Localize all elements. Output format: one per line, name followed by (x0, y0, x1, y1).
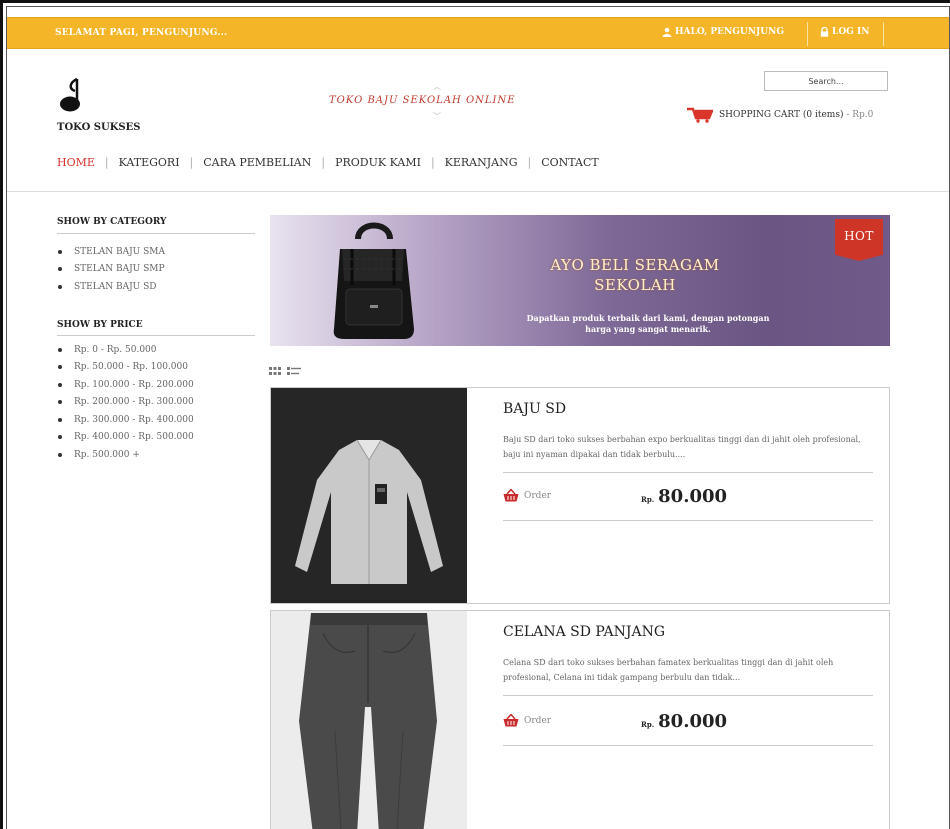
category-item[interactable]: STELAN BAJU SMP (57, 261, 165, 279)
price-value: 80.000 (658, 486, 728, 507)
order-label: Order (524, 715, 552, 726)
bullet-icon (58, 365, 62, 370)
divider (503, 745, 873, 746)
price-item[interactable]: Rp. 400.000 - Rp. 500.000 (57, 429, 194, 447)
user-greeting-label: HALO, PENGUNJUNG (675, 27, 785, 37)
price-heading: SHOW BY PRICE (57, 320, 143, 330)
nav-produk-kami[interactable]: PRODUK KAMI (335, 156, 421, 169)
product-card[interactable]: BAJU SD Baju SD dari toko sukses berbaha… (270, 387, 890, 604)
basket-icon (503, 714, 519, 727)
basket-icon (503, 489, 519, 502)
product-description: Celana SD dari toko sukses berbahan fama… (503, 658, 834, 682)
order-button[interactable]: Order (503, 714, 551, 727)
nav-contact[interactable]: CONTACT (541, 156, 599, 169)
divider: | (527, 156, 532, 169)
price-item[interactable]: Rp. 0 - Rp. 50.000 (57, 341, 194, 359)
store-name[interactable]: TOKO SUKSES (57, 122, 140, 133)
bullet-icon (58, 249, 62, 254)
product-image-shirt[interactable] (271, 388, 467, 603)
nav-home[interactable]: HOME (57, 156, 95, 169)
price-item[interactable]: Rp. 300.000 - Rp. 400.000 (57, 411, 194, 429)
tagline: TOKO BAJU SEKOLAH ONLINE (329, 95, 516, 106)
nav-kategori[interactable]: KATEGORI (119, 156, 180, 169)
view-toggle (269, 367, 301, 375)
backpack-image (333, 222, 414, 339)
bullet-icon (58, 267, 62, 272)
cart-icon (687, 107, 713, 123)
product-price: Rp. 80.000 (641, 711, 727, 732)
bullet-icon (58, 452, 62, 457)
product-card[interactable]: CELANA SD PANJANG Celana SD dari toko su… (270, 610, 890, 829)
lock-icon (820, 27, 829, 37)
shopping-cart-link[interactable]: SHOPPING CART (0 items) - Rp.0 (687, 107, 873, 123)
user-link[interactable]: HALO, PENGUNJUNG (662, 27, 784, 37)
logo-note-icon[interactable] (59, 77, 89, 113)
divider (503, 472, 873, 473)
bullet-icon (58, 417, 62, 422)
hot-badge: HOT (835, 219, 883, 261)
bullet-icon (58, 347, 62, 352)
search-input[interactable]: Search... (764, 71, 888, 91)
pants-illustration (271, 611, 467, 829)
category-item[interactable]: STELAN BAJU SD (57, 278, 165, 296)
product-title[interactable]: CELANA SD PANJANG (503, 624, 665, 640)
bullet-icon (58, 435, 62, 440)
browser-frame: SELAMAT PAGI, PENGUNJUNG... HALO, PENGUN… (0, 0, 950, 829)
order-label: Order (524, 490, 552, 501)
currency-label: Rp. (641, 495, 655, 504)
divider: | (104, 156, 109, 169)
product-image-pants[interactable] (271, 611, 467, 829)
price-item[interactable]: Rp. 100.000 - Rp. 200.000 (57, 376, 194, 394)
order-button[interactable]: Order (503, 489, 551, 502)
promo-banner[interactable]: AYO BELI SERAGAM SEKOLAH Dapatkan produk… (270, 215, 890, 346)
shirt-illustration (271, 388, 467, 603)
divider (57, 233, 255, 234)
login-label: LOG IN (832, 27, 870, 37)
price-item[interactable]: Rp. 50.000 - Rp. 100.000 (57, 359, 194, 377)
divider (57, 335, 255, 336)
list-view-icon[interactable] (287, 367, 301, 375)
category-heading: SHOW BY CATEGORY (57, 217, 167, 227)
product-price: Rp. 80.000 (641, 486, 727, 507)
login-link[interactable]: LOG IN (820, 27, 869, 37)
divider: | (321, 156, 326, 169)
category-list: STELAN BAJU SMA STELAN BAJU SMP STELAN B… (57, 243, 165, 296)
category-item[interactable]: STELAN BAJU SMA (57, 243, 165, 261)
price-value: 80.000 (658, 711, 728, 732)
top-bar: SELAMAT PAGI, PENGUNJUNG... HALO, PENGUN… (7, 17, 949, 49)
nav-cara-pembelian[interactable]: CARA PEMBELIAN (203, 156, 311, 169)
divider (503, 520, 873, 521)
bullet-icon (58, 382, 62, 387)
bullet-icon (58, 400, 62, 405)
cart-label: SHOPPING CART (0 items) - Rp.0 (719, 110, 874, 120)
price-item[interactable]: Rp. 200.000 - Rp. 300.000 (57, 394, 194, 412)
header-divider (7, 191, 949, 192)
divider: | (430, 156, 435, 169)
banner-subtext: Dapatkan produk terbaik dari kami, denga… (526, 313, 770, 334)
product-title[interactable]: BAJU SD (503, 401, 566, 417)
divider (883, 22, 884, 46)
main-nav: HOME | KATEGORI | CARA PEMBELIAN | PRODU… (57, 156, 599, 169)
divider: | (189, 156, 194, 169)
price-item[interactable]: Rp. 500.000 + (57, 446, 194, 464)
price-list: Rp. 0 - Rp. 50.000 Rp. 50.000 - Rp. 100.… (57, 341, 194, 464)
divider (503, 695, 873, 696)
user-icon (662, 27, 672, 37)
greeting-text: SELAMAT PAGI, PENGUNJUNG... (55, 28, 228, 38)
bullet-icon (58, 284, 62, 289)
page: SELAMAT PAGI, PENGUNJUNG... HALO, PENGUN… (6, 6, 950, 829)
product-description: Baju SD dari toko sukses berbahan expo b… (503, 435, 861, 459)
grid-view-icon[interactable] (269, 367, 281, 375)
currency-label: Rp. (641, 720, 655, 729)
ornament: ︿ (433, 82, 441, 91)
ornament: ﹀ (433, 112, 441, 121)
nav-keranjang[interactable]: KERANJANG (445, 156, 518, 169)
divider (807, 22, 808, 46)
banner-headline: AYO BELI SERAGAM SEKOLAH (550, 256, 720, 294)
